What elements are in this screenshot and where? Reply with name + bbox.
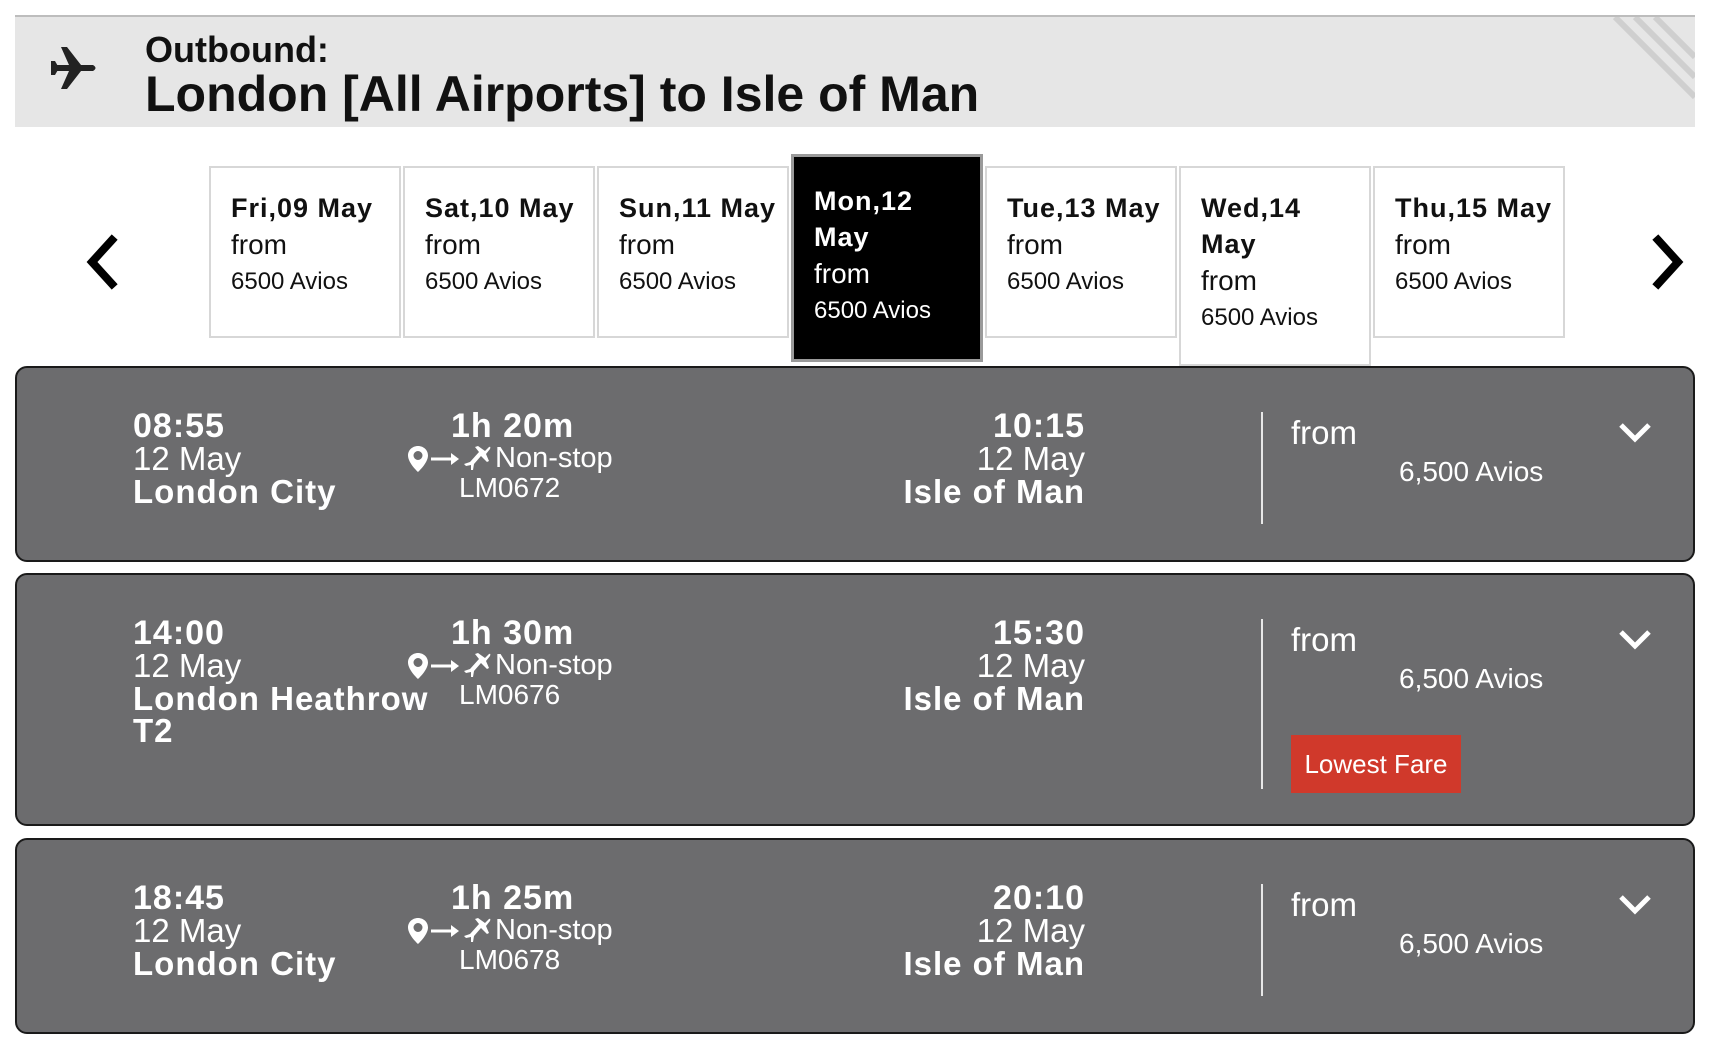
- flight-number: LM0676: [459, 679, 561, 710]
- arrival-time: 20:10: [993, 879, 1085, 917]
- chevron-down-icon[interactable]: [1617, 627, 1653, 651]
- arrival-city: Isle of Man: [903, 680, 1085, 717]
- page: Outbound: London [All Airports] to Isle …: [0, 0, 1710, 1046]
- date-tab-wed-14[interactable]: Wed,14 May from 6500 Avios: [1179, 166, 1371, 366]
- departure-time: 08:55: [133, 407, 225, 445]
- arrival-city: Isle of Man: [903, 473, 1085, 510]
- arrow-right-icon: [431, 924, 459, 937]
- arrival-date: 12 May: [976, 440, 1085, 477]
- date-tab-date: Mon,12 May: [814, 186, 914, 252]
- departure-date: 12 May: [133, 647, 242, 684]
- date-tab-from: from: [1201, 265, 1257, 296]
- chevron-down-icon[interactable]: [1617, 892, 1653, 916]
- date-tab-price: 6500 Avios: [231, 268, 348, 295]
- price-value: 6,500 Avios: [1399, 456, 1544, 487]
- arrival-date: 12 May: [976, 647, 1085, 684]
- location-pin-icon: [408, 917, 428, 944]
- date-tab-date: Sat,10 May: [425, 193, 575, 223]
- plane-icon: [51, 47, 96, 89]
- arrival-time: 10:15: [993, 407, 1085, 445]
- plane-takeoff-icon: [464, 917, 491, 942]
- arrival-date: 12 May: [976, 912, 1085, 949]
- departure-info: 14:00 12 May London Heathrow T2: [133, 614, 433, 749]
- date-tab-price: 6500 Avios: [1395, 268, 1512, 295]
- date-tab-from: from: [231, 229, 287, 260]
- departure-time: 18:45: [133, 879, 225, 917]
- lowest-fare-badge: Lowest Fare: [1291, 735, 1461, 793]
- location-pin-icon: [408, 652, 428, 679]
- date-tab-mon-12[interactable]: Mon,12 May from 6500 Avios: [791, 154, 983, 362]
- date-tab-sat-10[interactable]: Sat,10 May from 6500 Avios: [403, 166, 595, 338]
- arrival-city: Isle of Man: [903, 945, 1085, 982]
- departure-time: 14:00: [133, 614, 225, 652]
- date-tab-price: 6500 Avios: [1201, 304, 1318, 331]
- date-tab-from: from: [814, 258, 870, 289]
- date-tab-price: 6500 Avios: [1007, 268, 1124, 295]
- date-tab-date: Wed,14 May: [1201, 193, 1302, 259]
- date-tab-fri-09[interactable]: Fri,09 May from 6500 Avios: [209, 166, 401, 338]
- stops-label: Non-stop: [495, 442, 613, 474]
- plane-takeoff-icon: [464, 652, 491, 677]
- date-tab-price: 6500 Avios: [814, 297, 931, 324]
- departure-info: 08:55 12 May London City: [133, 407, 337, 510]
- departure-city: London City: [133, 473, 337, 510]
- flight-duration: 1h 20m: [451, 407, 575, 445]
- date-tab-from: from: [1395, 229, 1451, 260]
- plane-takeoff-icon: [464, 445, 491, 470]
- price-from-label: from: [1291, 414, 1357, 451]
- date-tab-tue-13[interactable]: Tue,13 May from 6500 Avios: [985, 166, 1177, 338]
- price-from-label: from: [1291, 886, 1357, 923]
- route-indicator: Non-stop: [407, 649, 613, 682]
- date-tab-price: 6500 Avios: [619, 268, 736, 295]
- price-value: 6,500 Avios: [1399, 928, 1544, 959]
- divider: [1261, 884, 1263, 996]
- departure-city: London City: [133, 945, 337, 982]
- stops-label: Non-stop: [495, 649, 613, 681]
- arrival-time: 15:30: [993, 614, 1085, 652]
- date-tab-thu-15[interactable]: Thu,15 May from 6500 Avios: [1373, 166, 1565, 338]
- price-from-label: from: [1291, 621, 1357, 658]
- flight-card[interactable]: 08:55 12 May London City 1h 20m Non-stop…: [15, 366, 1695, 562]
- date-tab-from: from: [619, 229, 675, 260]
- chevron-down-icon[interactable]: [1617, 420, 1653, 444]
- arrival-info: 10:15 12 May Isle of Man: [903, 407, 1085, 510]
- decorative-stripes: [1612, 17, 1695, 100]
- chevron-right-icon[interactable]: [1648, 232, 1688, 292]
- date-tab-price: 6500 Avios: [425, 268, 542, 295]
- arrival-info: 15:30 12 May Isle of Man: [903, 614, 1085, 717]
- arrow-right-icon: [431, 452, 459, 465]
- date-tab-date: Thu,15 May: [1395, 193, 1553, 223]
- chevron-left-icon[interactable]: [82, 232, 122, 292]
- flight-card[interactable]: 14:00 12 May London Heathrow T2 1h 30m N…: [15, 573, 1695, 826]
- route-indicator: Non-stop: [407, 914, 613, 947]
- flight-number: LM0678: [459, 944, 561, 975]
- date-tab-sun-11[interactable]: Sun,11 May from 6500 Avios: [597, 166, 789, 338]
- date-tab-date: Tue,13 May: [1007, 193, 1161, 223]
- departure-date: 12 May: [133, 440, 242, 477]
- flight-number: LM0672: [459, 472, 561, 503]
- price-value: 6,500 Avios: [1399, 663, 1544, 694]
- arrow-right-icon: [431, 659, 459, 672]
- route-indicator: Non-stop: [407, 442, 613, 475]
- date-tab-date: Sun,11 May: [619, 193, 777, 223]
- flight-duration: 1h 25m: [451, 879, 575, 917]
- location-pin-icon: [408, 445, 428, 472]
- arrival-info: 20:10 12 May Isle of Man: [903, 879, 1085, 982]
- date-tab-from: from: [1007, 229, 1063, 260]
- departure-info: 18:45 12 May London City: [133, 879, 337, 982]
- divider: [1261, 412, 1263, 524]
- flight-card[interactable]: 18:45 12 May London City 1h 25m Non-stop…: [15, 838, 1695, 1034]
- flight-duration: 1h 30m: [451, 614, 575, 652]
- divider: [1261, 619, 1263, 789]
- date-tab-from: from: [425, 229, 481, 260]
- departure-city: London Heathrow T2: [133, 680, 429, 749]
- date-tab-date: Fri,09 May: [231, 193, 374, 223]
- stops-label: Non-stop: [495, 914, 613, 946]
- route-title: London [All Airports] to Isle of Man: [145, 66, 980, 122]
- departure-date: 12 May: [133, 912, 242, 949]
- outbound-header: Outbound: London [All Airports] to Isle …: [15, 15, 1695, 127]
